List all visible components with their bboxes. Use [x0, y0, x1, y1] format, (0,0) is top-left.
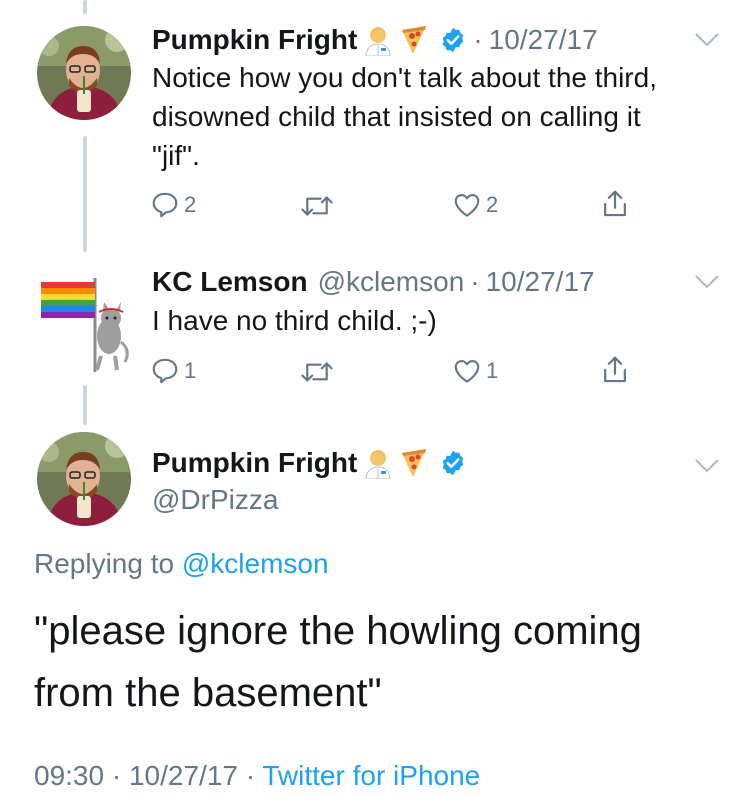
avatar[interactable] — [37, 26, 131, 120]
reply-icon — [152, 192, 178, 218]
retweet-icon — [301, 362, 333, 382]
author-name[interactable]: KC Lemson — [152, 266, 308, 298]
tweet-text-line: Notice how you don't talk about the thir… — [152, 62, 657, 93]
author-handle[interactable]: @DrPizza — [152, 484, 278, 516]
chevron-down-icon[interactable] — [694, 458, 720, 474]
retweet-button[interactable] — [300, 192, 334, 220]
meta-separator: · — [245, 760, 263, 791]
tweet-text-line: disowned child that insisted on calling … — [152, 101, 641, 132]
heart-icon — [454, 193, 480, 217]
thread-line-2 — [83, 385, 87, 425]
meta-separator: · — [111, 760, 129, 791]
verified-badge-icon — [443, 450, 464, 476]
replying-to: Replying to @kclemson — [34, 548, 329, 580]
user-photo-icon — [37, 26, 131, 120]
chevron-down-icon[interactable] — [694, 32, 720, 48]
reply-count: 2 — [184, 192, 197, 217]
reply-button[interactable]: 2 — [150, 190, 196, 220]
tweet-date: 10/27/17 — [128, 760, 238, 791]
author-name[interactable]: Pumpkin Fright — [152, 447, 357, 479]
reply-icon — [152, 358, 178, 384]
share-button[interactable] — [600, 188, 630, 220]
user-photo-icon — [37, 432, 131, 526]
tweet-date[interactable]: 10/27/17 — [489, 24, 598, 56]
tweet-date[interactable]: 10/27/17 — [486, 266, 595, 298]
health-worker-emoji-icon — [365, 450, 391, 479]
verified-badge-icon — [443, 27, 464, 53]
pizza-emoji-icon — [402, 449, 427, 477]
author-handle[interactable]: @kclemson — [318, 266, 465, 298]
replying-to-link[interactable]: @kclemson — [182, 548, 329, 579]
tweet-meta: 09:30 · 10/27/17 · Twitter for iPhone — [34, 760, 480, 792]
rainbow-flag-cat-icon — [41, 278, 129, 372]
heart-icon — [454, 359, 480, 383]
like-button[interactable]: 1 — [452, 356, 498, 386]
replying-prefix: Replying to — [34, 548, 175, 579]
author-name[interactable]: Pumpkin Fright — [152, 24, 357, 56]
like-count: 2 — [486, 192, 499, 217]
share-button[interactable] — [600, 354, 630, 386]
tweet-text: Notice how you don't talk about the thir… — [152, 58, 732, 175]
tweet-text-line: from the basement" — [34, 671, 382, 715]
share-icon — [604, 190, 626, 217]
tweet-text-line: "jif". — [152, 140, 200, 171]
chevron-down-icon[interactable] — [694, 274, 720, 290]
tweet-separator: · — [470, 266, 480, 297]
main-tweet-text: "please ignore the howling coming from t… — [34, 600, 734, 724]
tweet-text-line: "please ignore the howling coming — [34, 609, 642, 653]
thread-line-top — [83, 0, 87, 14]
reply-count: 1 — [184, 358, 197, 383]
health-worker-emoji-icon — [365, 27, 391, 56]
reply-button[interactable]: 1 — [150, 356, 196, 386]
pizza-emoji-icon — [402, 26, 427, 54]
retweet-button[interactable] — [300, 358, 334, 386]
tweet-time: 09:30 — [34, 760, 105, 791]
avatar[interactable] — [37, 432, 131, 526]
tweet-source[interactable]: Twitter for iPhone — [262, 760, 480, 791]
thread-line-1 — [83, 136, 87, 252]
tweet-text: I have no third child. ;-) — [152, 305, 437, 336]
avatar[interactable] — [37, 272, 131, 372]
like-count: 1 — [486, 358, 499, 383]
tweet-separator: · — [473, 24, 483, 55]
like-button[interactable]: 2 — [452, 190, 498, 220]
share-icon — [604, 356, 626, 383]
retweet-icon — [301, 196, 333, 216]
